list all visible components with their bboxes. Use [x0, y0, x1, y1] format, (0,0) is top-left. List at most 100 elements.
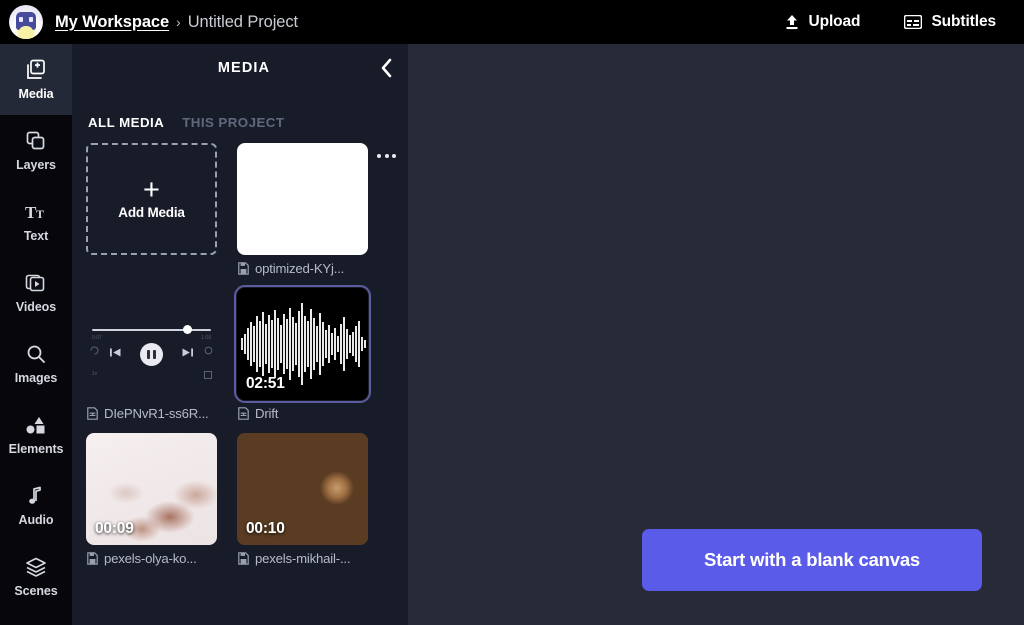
- file-image-icon: [238, 262, 249, 275]
- player-speed-label: 1x: [92, 371, 98, 377]
- media-duration: 02:51: [246, 375, 285, 392]
- media-duration: 00:09: [95, 520, 134, 537]
- breadcrumb-workspace[interactable]: My Workspace: [55, 13, 169, 32]
- layers-icon: [25, 130, 47, 152]
- more-options-icon[interactable]: [377, 154, 396, 158]
- media-thumbnail[interactable]: 00:10: [237, 433, 368, 545]
- images-icon: [26, 343, 46, 365]
- dot: [392, 154, 396, 158]
- sidebar-item-text[interactable]: T T Text: [0, 186, 72, 257]
- file-audio-icon: [87, 407, 98, 420]
- media-tabs: ALL MEDIA THIS PROJECT: [72, 91, 408, 133]
- avatar-ear-right: [37, 5, 43, 9]
- file-audio-icon: [238, 407, 249, 420]
- sidebar-item-elements-label: Elements: [8, 441, 64, 456]
- sidebar-item-elements[interactable]: Elements: [0, 399, 72, 470]
- svg-text:T: T: [36, 207, 44, 221]
- media-name: DIePNvR1-ss6R...: [104, 406, 209, 421]
- media-item[interactable]: 00:10 pexels-mikhail-...: [237, 433, 368, 578]
- media-thumbnail[interactable]: 02:51: [234, 285, 371, 403]
- sidebar-item-videos-label: Videos: [15, 299, 57, 314]
- pause-icon[interactable]: [140, 343, 163, 366]
- media-item[interactable]: 0:07 1:08 1x DIePNvR1-ss6R...: [86, 288, 217, 433]
- sidebar-item-audio-label: Audio: [18, 512, 54, 527]
- sidebar-item-scenes-label: Scenes: [14, 583, 58, 598]
- sidebar-item-media[interactable]: Media: [0, 44, 72, 115]
- media-caption: Drift: [237, 400, 368, 433]
- sidebar-item-media-label: Media: [18, 86, 54, 101]
- skip-forward-icon[interactable]: [181, 346, 194, 364]
- upload-icon: [784, 14, 800, 31]
- media-caption: optimized-KYj...: [237, 255, 368, 288]
- media-caption: pexels-olya-ko...: [86, 545, 217, 578]
- media-item[interactable]: optimized-KYj...: [237, 143, 368, 288]
- media-thumbnail[interactable]: [237, 143, 368, 255]
- media-icon: [25, 59, 47, 81]
- left-sidebar: Media Layers T T Text Videos Images Elem…: [0, 44, 72, 625]
- breadcrumb-separator-icon: ›: [176, 14, 181, 30]
- media-name: pexels-mikhail-...: [255, 551, 351, 566]
- sidebar-item-scenes[interactable]: Scenes: [0, 541, 72, 612]
- tab-all-media[interactable]: ALL MEDIA: [88, 115, 164, 133]
- canvas-area: Start with a blank canvas: [408, 44, 1024, 625]
- media-thumbnail[interactable]: 00:09: [86, 433, 217, 545]
- media-caption: DIePNvR1-ss6R...: [86, 400, 217, 433]
- file-video-icon: [87, 552, 98, 565]
- media-item[interactable]: 00:09 pexels-olya-ko...: [86, 433, 217, 578]
- sidebar-item-text-label: Text: [23, 228, 49, 243]
- sidebar-item-images-label: Images: [14, 370, 58, 385]
- media-name: pexels-olya-ko...: [104, 551, 197, 566]
- dot: [377, 154, 381, 158]
- start-blank-canvas-button[interactable]: Start with a blank canvas: [642, 529, 982, 591]
- audio-transport-controls: [86, 343, 217, 366]
- elements-icon: [25, 414, 47, 436]
- breadcrumb-project[interactable]: Untitled Project: [188, 13, 298, 32]
- add-media-cell: + Add Media: [86, 143, 217, 288]
- app-root: My Workspace › Untitled Project Upload S…: [0, 0, 1024, 625]
- subtitles-button[interactable]: Subtitles: [882, 0, 1018, 44]
- scenes-icon: [25, 556, 47, 578]
- breadcrumb: My Workspace › Untitled Project: [43, 13, 298, 32]
- avatar-ear-left: [9, 5, 15, 9]
- top-bar: My Workspace › Untitled Project Upload S…: [0, 0, 1024, 44]
- media-name: Drift: [255, 406, 279, 421]
- media-thumbnail[interactable]: 0:07 1:08 1x: [86, 288, 217, 400]
- player-time-total: 1:08: [201, 335, 211, 341]
- pause-bar: [152, 350, 156, 359]
- player-volume-icon[interactable]: [204, 346, 213, 357]
- upload-button[interactable]: Upload: [762, 0, 883, 44]
- sidebar-item-audio[interactable]: Audio: [0, 470, 72, 541]
- player-time-current: 0:07: [92, 335, 102, 341]
- dot: [384, 154, 389, 158]
- sidebar-item-layers-label: Layers: [16, 157, 56, 172]
- text-icon: T T: [24, 201, 48, 223]
- plus-icon: +: [143, 173, 160, 206]
- tab-this-project[interactable]: THIS PROJECT: [182, 115, 284, 133]
- sidebar-item-layers[interactable]: Layers: [0, 115, 72, 186]
- media-grid: + Add Media optimized-KYj... 0:07 1:08 1…: [72, 133, 408, 578]
- media-item[interactable]: 02:51 Drift: [234, 285, 371, 433]
- audio-progress-knob[interactable]: [183, 325, 192, 334]
- player-fullscreen-icon[interactable]: [204, 371, 212, 381]
- chevron-left-icon[interactable]: [379, 57, 394, 79]
- subtitles-label: Subtitles: [931, 13, 996, 30]
- sidebar-item-videos[interactable]: Videos: [0, 257, 72, 328]
- media-panel: MEDIA ALL MEDIA THIS PROJECT + Add Media: [72, 44, 408, 625]
- skip-back-icon[interactable]: [109, 346, 122, 364]
- upload-label: Upload: [808, 13, 861, 30]
- add-media-button[interactable]: + Add Media: [86, 143, 217, 255]
- add-media-label: Add Media: [118, 204, 185, 220]
- audio-player-preview[interactable]: 0:07 1:08 1x: [86, 288, 217, 400]
- avatar[interactable]: [9, 5, 43, 39]
- player-loop-icon[interactable]: [90, 346, 99, 357]
- file-video-icon: [238, 552, 249, 565]
- sidebar-item-images[interactable]: Images: [0, 328, 72, 399]
- subtitles-icon: [904, 15, 923, 29]
- pause-bar: [147, 350, 151, 359]
- top-bar-actions: Upload Subtitles: [762, 0, 1024, 44]
- audio-icon: [27, 485, 45, 507]
- avatar-body: [18, 26, 34, 39]
- media-panel-header: MEDIA: [72, 44, 408, 91]
- media-duration: 00:10: [246, 520, 285, 537]
- audio-progress-track[interactable]: [92, 329, 211, 331]
